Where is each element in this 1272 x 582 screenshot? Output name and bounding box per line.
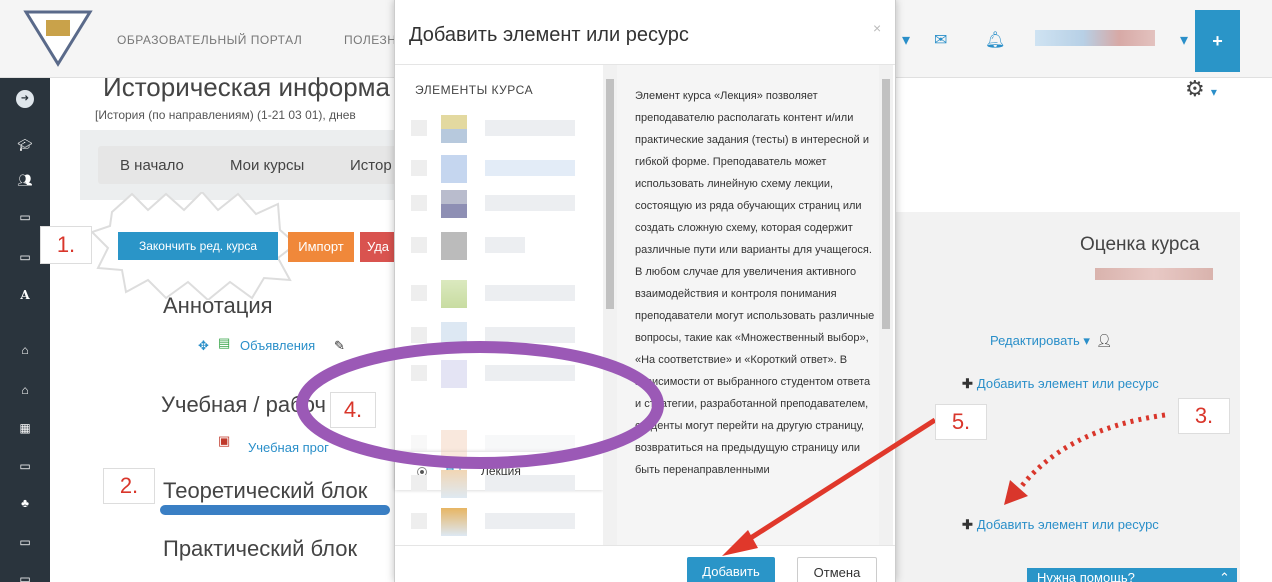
pdf-icon: ▣ [218,433,231,448]
add-button[interactable]: + [1195,10,1240,72]
breadcrumb-course[interactable]: Истор [350,157,392,174]
envelope-icon[interactable]: ✉ [934,30,947,50]
add-resource-link-2[interactable]: ✚ Добавить элемент или ресурс [962,517,1159,533]
font-icon[interactable]: A [0,288,50,302]
step-5-label: 5. [935,404,987,440]
breadcrumb: В начало Мои курсы Истор [98,146,398,184]
edit-dropdown[interactable]: Редактировать ▾ [990,333,1090,349]
rating-value [1095,268,1213,280]
left-sidebar: ➜ 🎓︎ 👥︎ ▭ ▭ A ⌂ ⌂ ▦ ▭ ♣ ▭ ▭ [0,78,50,582]
import-button[interactable]: Импорт [288,232,354,262]
modal-footer: Добавить Отмена [395,545,895,582]
move-icon[interactable]: ✥ [198,338,209,354]
step-1-label: 1. [40,226,92,264]
user-icon: 👤︎ [1096,333,1113,348]
underline-highlight [160,505,390,515]
chevron-down-icon[interactable]: ▾ [902,30,910,50]
study-program-link[interactable]: Учебная прог [248,440,329,455]
home-icon[interactable]: ⌂ [0,343,50,357]
user-menu-chevron-icon[interactable]: ▾ [1180,30,1188,50]
course-rating-title: Оценка курса [1080,234,1200,255]
calendar-icon[interactable]: ▦ [0,421,50,435]
pencil-icon[interactable]: ✎ [334,338,345,354]
breadcrumb-my-courses[interactable]: Мои курсы [230,157,304,174]
bell-icon[interactable]: 🔔︎ [985,30,1005,50]
add-button[interactable]: Добавить [687,557,775,582]
elements-list: ЭЛЕМЕНТЫ КУРСА Лекция [395,65,617,545]
forum-icon: ▤ [218,335,231,350]
gear-icon[interactable]: ⚙ ▾ [1185,76,1217,102]
section-practice-block: Практический блок [163,536,358,561]
add-activity-modal: Добавить элемент или ресурс × ЭЛЕМЕНТЫ К… [394,0,896,582]
sitemap-icon[interactable]: ♣ [0,496,50,510]
cancel-button[interactable]: Отмена [797,557,877,582]
add-resource-link-1[interactable]: ✚ Добавить элемент или ресурс [962,376,1159,392]
home-icon[interactable]: ⌂ [0,383,50,397]
course-title: Историческая информа [103,72,390,102]
chevron-up-icon[interactable]: ⌃ [1219,568,1230,582]
step-2-label: 2. [103,468,155,504]
collapse-icon[interactable]: ➜ [16,90,34,108]
lecture-description: Элемент курса «Лекция» позволяет препода… [635,90,875,476]
help-bar[interactable]: Нужна помощь? ⌃ [1027,568,1237,582]
close-icon[interactable]: × [873,20,881,36]
nav-portal-link[interactable]: ОБРАЗОВАТЕЛЬНЫЙ ПОРТАЛ [117,33,302,47]
step-4-label: 4. [330,392,376,428]
users-icon[interactable]: 👥︎ [0,173,50,187]
section-theory-block: Теоретический блок [163,478,368,503]
description-scrollbar[interactable] [879,65,893,545]
folder-icon[interactable]: ▭ [0,210,50,224]
folder-icon[interactable]: ▭ [0,535,50,549]
elements-header: ЭЛЕМЕНТЫ КУРСА [415,83,534,97]
description-panel: Элемент курса «Лекция» позволяет препода… [617,65,893,545]
step-3-label: 3. [1178,398,1230,434]
breadcrumb-home[interactable]: В начало [120,157,184,174]
section-annotation: Аннотация [163,293,273,318]
nav-useful-link[interactable]: ПОЛЕЗН [344,33,396,47]
announcements-link[interactable]: Объявления [240,338,315,353]
elements-scrollbar[interactable] [603,65,617,545]
graduation-cap-icon[interactable]: 🎓︎ [0,138,50,152]
university-logo[interactable] [22,6,94,70]
folder-icon[interactable]: ▭ [0,459,50,473]
user-avatar[interactable] [1035,30,1155,46]
modal-title: Добавить элемент или ресурс [409,24,689,46]
course-subtitle: [История (по направлениям) (1-21 03 01),… [95,108,356,122]
section-study-program: Учебная / рабоч [161,392,326,417]
delete-button[interactable]: Уда [360,232,396,262]
finish-edit-button[interactable]: Закончить ред. курса [118,232,278,260]
folder-icon[interactable]: ▭ [0,572,50,582]
